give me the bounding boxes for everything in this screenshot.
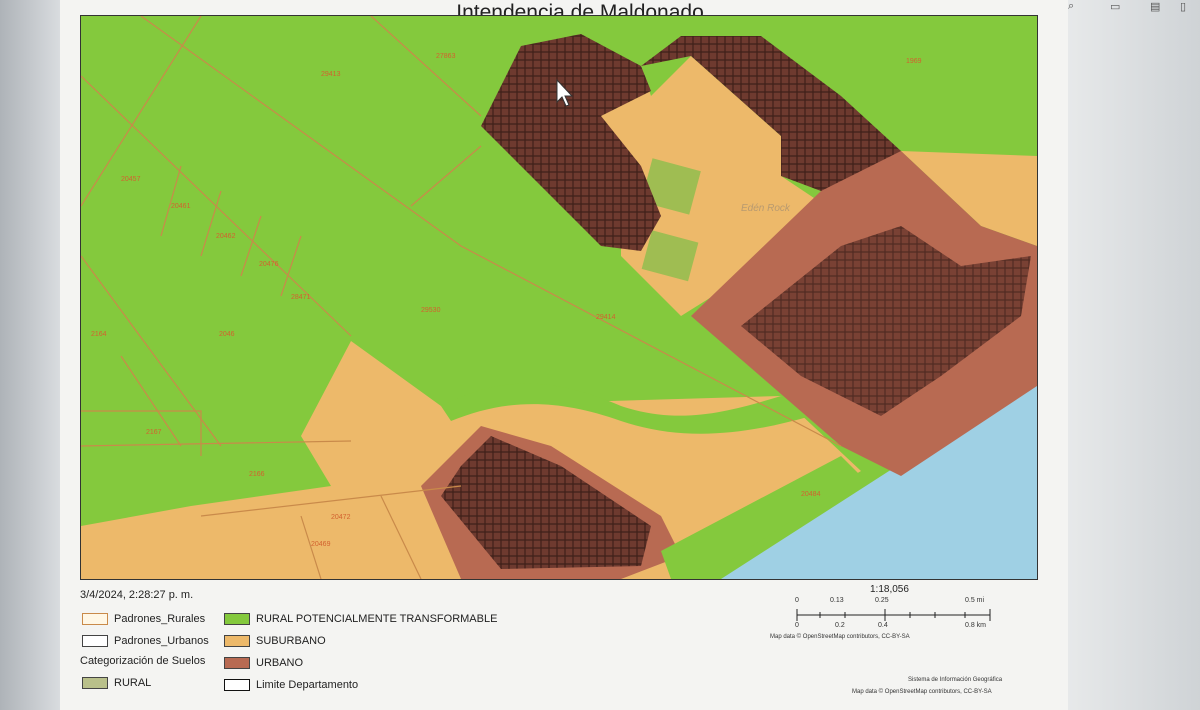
scale-tick: 0.4 [878,622,888,629]
legend-swatch [82,677,108,689]
legend-rural: RURAL [82,675,151,691]
legend-label: RURAL POTENCIALMENTE TRANSFORMABLE [256,613,498,625]
parcel-label: 2046 [219,331,235,338]
sig-credit: Sistema de Información Geográfica [908,677,1003,683]
legend-swatch [224,635,250,647]
scale-tick: 0.25 [875,597,889,604]
legend-label: Padrones_Urbanos [114,635,209,647]
scale-tick: 0 [795,622,799,629]
parcel-label: 29530 [421,307,441,314]
legend-swatch [224,679,250,691]
scale-attribution: Map data © OpenStreetMap contributors, C… [770,634,910,640]
place-label: Edén Rock [741,203,791,214]
parcel-label: 29414 [596,314,616,321]
parcel-label: 20476 [259,261,279,268]
scale-tick: 0.2 [835,622,845,629]
legend-label: SUBURBANO [256,635,326,647]
parcel-label: 2166 [249,471,265,478]
zoom-icon[interactable]: ⌕ [1068,0,1074,12]
legend-limite: Limite Departamento [224,677,358,693]
parcel-label: 28471 [291,294,311,301]
scale-tick: 0.8 km [965,622,987,629]
legend-heading: Categorización de Suelos [80,653,205,669]
map-attribution: Map data © OpenStreetMap contributors, C… [852,689,992,695]
monitor-bezel-right [1068,0,1200,710]
print-icon[interactable]: ▤ [1150,0,1160,13]
legend-swatch [82,635,108,647]
legend-label: RURAL [114,677,152,689]
scale-tick: 0.13 [830,597,844,604]
monitor-bezel-left [0,0,60,710]
legend-urbano: URBANO [224,655,303,671]
legend-label: Limite Departamento [256,679,359,691]
parcel-label: 20461 [171,203,191,210]
legend-heading-label: Categorización de Suelos [80,655,206,667]
parcel-label: 20462 [216,233,236,240]
parcel-label: 20472 [331,514,351,521]
window-icon[interactable]: ▯ [1180,0,1186,13]
scale-bar: 1:18,056 0 0.13 0.25 0.5 mi 0 0.2 0.4 0.… [770,584,1030,644]
parcel-label: 20484 [801,491,821,498]
legend-label: Padrones_Rurales [114,613,206,625]
legend-padrones-urbanos: Padrones_Urbanos [82,633,209,649]
parcel-label: 29413 [321,71,341,78]
parcel-label: 27863 [436,53,456,60]
timestamp: 3/4/2024, 2:28:27 p. m. [80,589,194,601]
legend-suburbano: SUBURBANO [224,633,326,649]
legend-swatch [224,613,250,625]
scale-tick: 0 [795,597,799,604]
scale-tick: 0.5 mi [965,597,985,604]
map-view[interactable]: 27863 29413 1969 20457 20461 20462 20476… [80,15,1038,580]
parcel-label: 20457 [121,176,141,183]
scale-ratio: 1:18,056 [870,584,909,595]
parcel-label: 2167 [146,429,162,436]
legend-swatch [82,613,108,625]
parcel-label: 1969 [906,58,922,65]
parcel-label: 2164 [91,331,107,338]
copy-icon[interactable]: ▭ [1110,0,1120,13]
legend-rural-pt: RURAL POTENCIALMENTE TRANSFORMABLE [224,611,497,627]
legend-swatch [224,657,250,669]
legend-label: URBANO [256,657,304,669]
legend-padrones-rurales: Padrones_Rurales [82,611,205,627]
parcel-label: 20469 [311,541,331,548]
scale-ruler [796,609,991,621]
